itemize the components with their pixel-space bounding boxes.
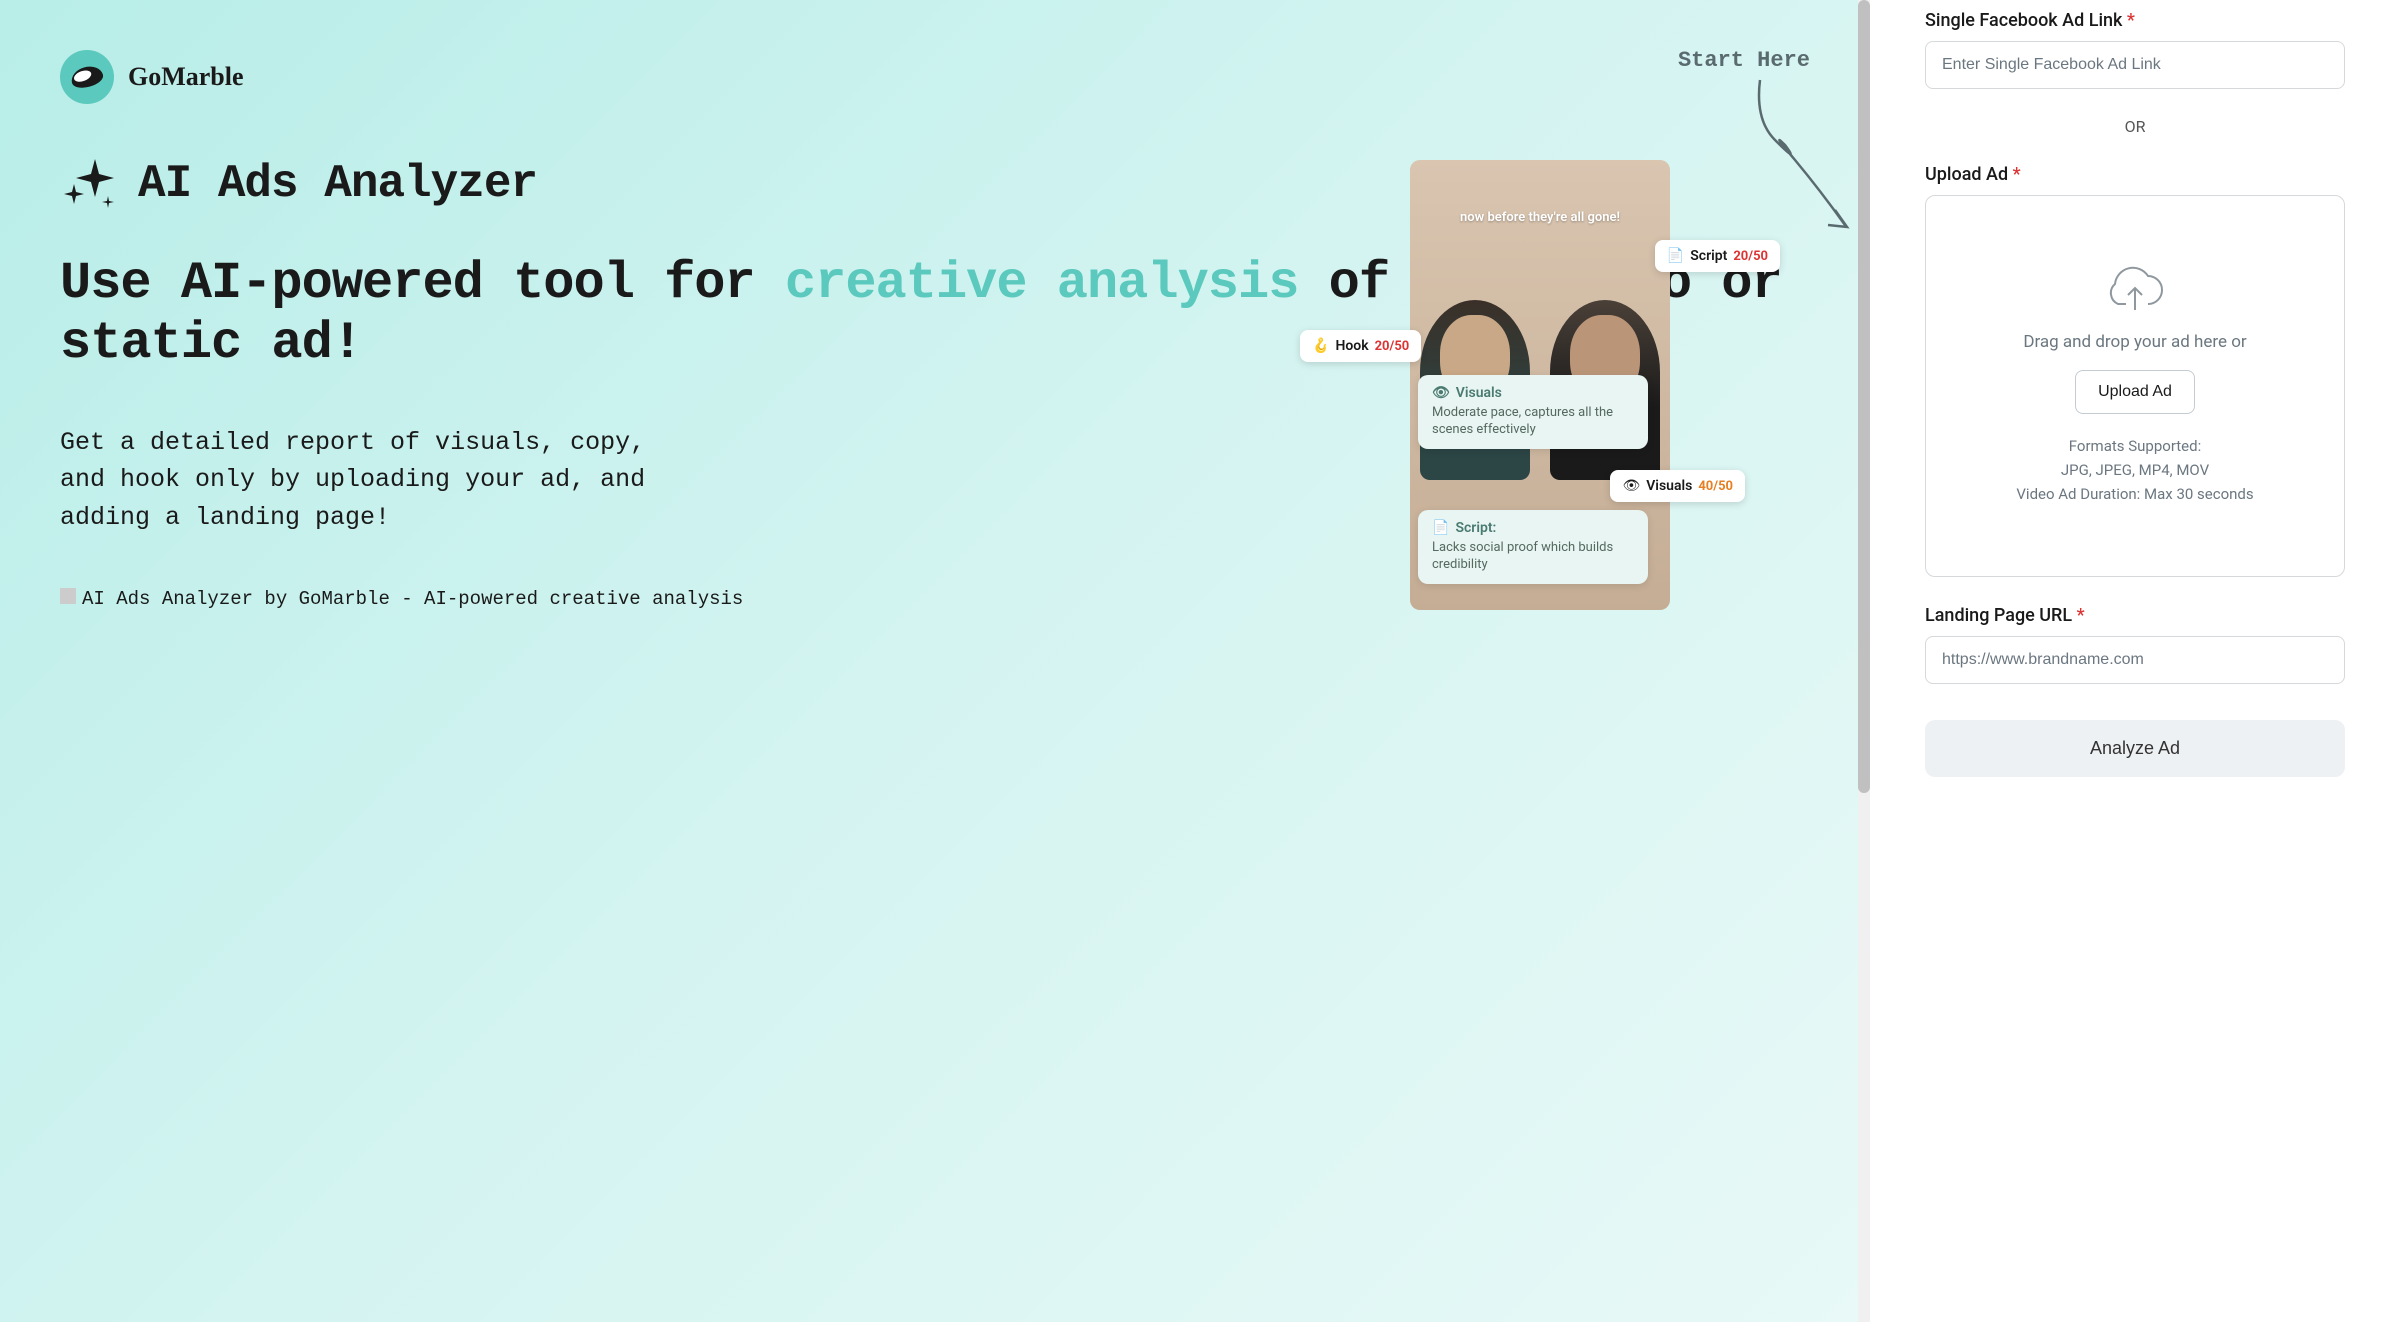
analyze-button[interactable]: Analyze Ad xyxy=(1925,720,2345,777)
landing-url-label: Landing Page URL * xyxy=(1925,605,2345,626)
badge-image-icon xyxy=(60,588,76,604)
tag-visuals-detail: 👁 Visuals Moderate pace, captures all th… xyxy=(1418,375,1648,449)
upload-label: Upload Ad * xyxy=(1925,164,2345,185)
page-title: AI Ads Analyzer xyxy=(138,158,537,210)
brand-logo[interactable]: GoMarble xyxy=(60,50,1810,104)
sparkle-icon xyxy=(60,154,120,214)
fb-link-input[interactable] xyxy=(1925,41,2345,89)
badge-alt-text: AI Ads Analyzer by GoMarble - AI-powered… xyxy=(82,586,743,613)
upload-hint: Formats Supported: JPG, JPEG, MP4, MOV V… xyxy=(2016,434,2253,506)
logo-mark-icon xyxy=(60,50,114,104)
tag-script: 📄 Script 20/50 xyxy=(1655,240,1780,272)
or-divider: OR xyxy=(1925,117,2345,136)
upload-drop-text: Drag and drop your ad here or xyxy=(2023,330,2246,356)
tag-hook: 🪝 Hook 20/50 xyxy=(1300,330,1421,362)
hero-panel: GoMarble AI Ads Analyzer Use AI-powered … xyxy=(0,0,1870,1322)
landing-url-input[interactable] xyxy=(1925,636,2345,684)
upload-button[interactable]: Upload Ad xyxy=(2075,370,2195,414)
upload-dropzone[interactable]: Drag and drop your ad here or Upload Ad … xyxy=(1925,195,2345,577)
arrow-icon xyxy=(1740,70,1860,250)
preview-caption: now before they're all gone! xyxy=(1423,210,1657,225)
fb-link-label: Single Facebook Ad Link * xyxy=(1925,10,2345,31)
scrollbar[interactable] xyxy=(1858,0,1870,1322)
tag-script-detail: 📄 Script: Lacks social proof which build… xyxy=(1418,510,1648,584)
brand-name: GoMarble xyxy=(128,62,244,92)
cloud-upload-icon xyxy=(2106,266,2164,316)
tag-visuals-score: 👁 Visuals 40/50 xyxy=(1610,470,1745,502)
hero-subheading: Get a detailed report of visuals, copy, … xyxy=(60,424,680,537)
ad-preview: now before they're all gone! 🪝 Hook 20/5… xyxy=(1410,160,1670,610)
form-panel: Single Facebook Ad Link * OR Upload Ad *… xyxy=(1870,0,2400,1322)
